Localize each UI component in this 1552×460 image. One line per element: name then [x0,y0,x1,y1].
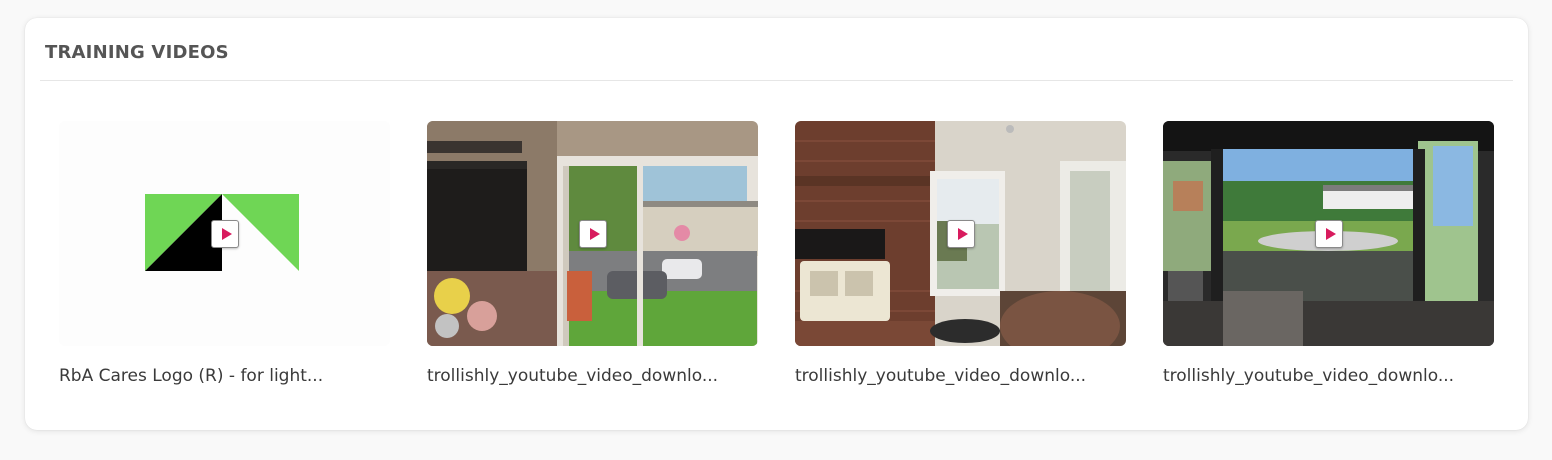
video-list: RbA Cares Logo (R) - for light... trolli… [25,18,1528,430]
play-icon[interactable] [210,219,239,248]
play-icon[interactable] [578,219,607,248]
play-icon[interactable] [946,219,975,248]
video-title[interactable]: trollishly_youtube_video_downlo... [1163,366,1494,386]
video-thumbnail[interactable] [427,121,758,346]
video-thumbnail[interactable] [1163,121,1494,346]
video-title[interactable]: trollishly_youtube_video_downlo... [427,366,758,386]
video-thumbnail[interactable] [59,121,390,346]
training-videos-card: TRAINING VIDEOS RbA Cares Logo (R) - for… [25,18,1528,430]
video-item-2[interactable]: trollishly_youtube_video_downlo... [427,121,758,386]
video-item-1[interactable]: RbA Cares Logo (R) - for light... [59,121,390,386]
video-item-3[interactable]: trollishly_youtube_video_downlo... [795,121,1126,386]
play-icon[interactable] [1314,219,1343,248]
video-title[interactable]: trollishly_youtube_video_downlo... [795,366,1126,386]
video-thumbnail[interactable] [795,121,1126,346]
video-title[interactable]: RbA Cares Logo (R) - for light... [59,366,390,386]
video-item-4[interactable]: trollishly_youtube_video_downlo... [1163,121,1494,386]
